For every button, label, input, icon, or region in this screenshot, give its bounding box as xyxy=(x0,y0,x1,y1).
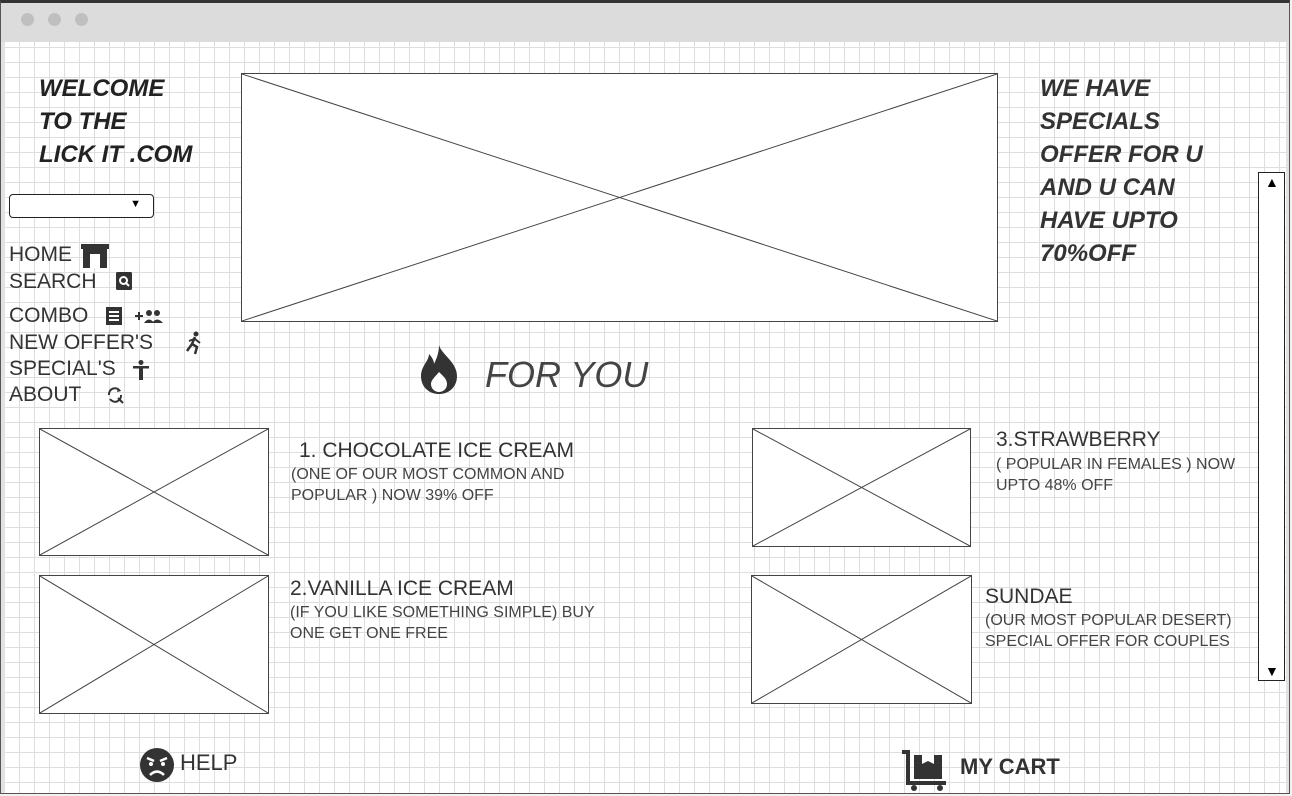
person-icon[interactable] xyxy=(133,360,149,380)
scroll-up-icon[interactable]: ▲ xyxy=(1265,174,1279,190)
nav-about[interactable]: ABOUT xyxy=(9,383,81,407)
window-dot xyxy=(75,13,88,26)
nav-new-offers[interactable]: NEW OFFER'S xyxy=(9,331,153,355)
receipt-icon[interactable] xyxy=(106,307,122,325)
nav-home[interactable]: HOME xyxy=(9,243,72,267)
product-image[interactable] xyxy=(39,428,269,556)
nav-combo[interactable]: COMBO xyxy=(9,304,88,328)
vertical-scrollbar[interactable]: ▲ ▼ xyxy=(1258,172,1285,681)
product-image[interactable] xyxy=(752,428,971,547)
add-group-icon[interactable] xyxy=(135,308,165,324)
product-title[interactable]: SUNDAE xyxy=(985,585,1073,609)
product-image[interactable] xyxy=(751,575,972,704)
product-description: (IF YOU LIKE SOMETHING SIMPLE) BUY ONE G… xyxy=(290,604,595,642)
category-dropdown[interactable]: ▼ xyxy=(9,194,154,218)
browser-window: WELCOME TO THE LICK IT .COM ▼ HOME SEARC… xyxy=(0,0,1290,794)
product-title[interactable]: 3.STRAWBERRY xyxy=(996,428,1161,452)
product-description: (ONE OF OUR MOST COMMON AND POPULAR ) NO… xyxy=(291,466,565,504)
product-image[interactable] xyxy=(39,575,269,714)
page-canvas: WELCOME TO THE LICK IT .COM ▼ HOME SEARC… xyxy=(5,42,1286,793)
fire-icon xyxy=(421,345,457,394)
angry-face-icon[interactable] xyxy=(139,747,175,783)
welcome-heading: WELCOME TO THE LICK IT .COM xyxy=(39,75,193,168)
title-bar xyxy=(1,3,1289,42)
window-dot xyxy=(48,13,61,26)
promo-text: WE HAVE SPECIALS OFFER FOR U AND U CAN H… xyxy=(1040,75,1203,267)
nav-about-label: ABOUT xyxy=(9,383,82,406)
nav-search[interactable]: SEARCH xyxy=(9,270,97,294)
help-link[interactable]: HELP xyxy=(180,750,237,776)
product-description: (OUR MOST POPULAR DESERT) SPECIAL OFFER … xyxy=(985,612,1232,650)
hero-banner-image xyxy=(241,73,998,322)
nav-combo-label: COMBO xyxy=(9,304,89,327)
nav-search-label: SEARCH xyxy=(9,270,97,293)
nav-home-label: HOME xyxy=(9,243,72,266)
window-dot xyxy=(21,13,34,26)
product-title[interactable]: 1. CHOCOLATE ICE CREAM xyxy=(299,439,574,463)
section-title: FOR YOU xyxy=(485,354,649,395)
home-icon[interactable] xyxy=(81,244,109,268)
chevron-down-icon: ▼ xyxy=(130,198,141,210)
my-cart-link[interactable]: MY CART xyxy=(960,754,1060,780)
runner-icon[interactable] xyxy=(184,331,204,355)
search-icon[interactable] xyxy=(116,272,132,290)
nav-specials-label: SPECIAL'S xyxy=(9,357,116,380)
product-title[interactable]: 2.VANILLA ICE CREAM xyxy=(290,577,514,601)
cart-icon[interactable] xyxy=(900,749,948,791)
nav-specials[interactable]: SPECIAL'S xyxy=(9,357,116,381)
product-description: ( POPULAR IN FEMALES ) NOW UPTO 48% OFF xyxy=(996,456,1236,494)
scroll-down-icon[interactable]: ▼ xyxy=(1265,663,1279,679)
nav-new-offers-label: NEW OFFER'S xyxy=(9,331,154,354)
refresh-search-icon[interactable] xyxy=(106,386,124,404)
